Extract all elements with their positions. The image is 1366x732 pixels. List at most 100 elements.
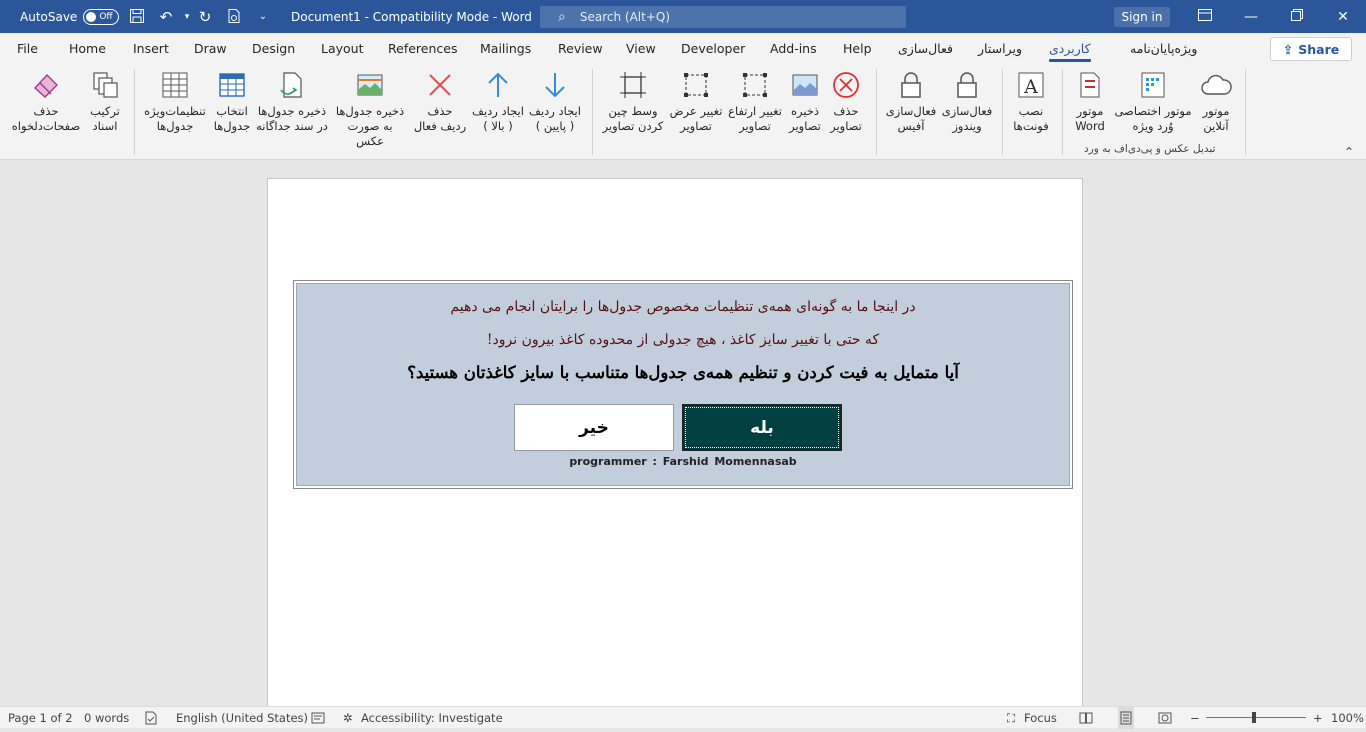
tab-applied[interactable]: کاربردی: [1049, 33, 1091, 65]
no-button[interactable]: خیر: [514, 404, 674, 451]
resize-height-icon: [739, 69, 771, 101]
resize-width-button[interactable]: تغییر عرض تصاویر: [668, 69, 724, 134]
tab-references[interactable]: References: [388, 33, 457, 65]
btn-label-2: تصاویر: [739, 119, 771, 133]
special-engine-button[interactable]: موتور اختصاصی وُرد ویژه: [1112, 69, 1194, 134]
redo-icon[interactable]: ↻: [196, 8, 214, 26]
zoom-out-icon[interactable]: −: [1190, 707, 1200, 729]
tab-view[interactable]: View: [626, 33, 656, 65]
autosave-toggle[interactable]: Off: [83, 8, 120, 25]
tab-editor[interactable]: ویراستار: [978, 33, 1022, 65]
save-images-icon: [789, 69, 821, 101]
macro-recording-icon[interactable]: [311, 707, 325, 729]
word-engine-button[interactable]: موتور Word: [1068, 69, 1112, 134]
print-layout-icon[interactable]: [1118, 707, 1134, 729]
delete-custom-pages-button[interactable]: حذف صفحات‌دلخواه: [8, 69, 84, 134]
web-layout-icon[interactable]: [1158, 707, 1172, 729]
ribbon-separator: [1062, 69, 1063, 155]
tab-home[interactable]: Home: [69, 33, 106, 65]
undo-icon[interactable]: ↶: [157, 8, 175, 26]
btn-label-2: جدول‌ها: [213, 119, 251, 133]
save-icon[interactable]: [128, 8, 146, 26]
tab-draw[interactable]: Draw: [194, 33, 227, 65]
cloud-engine-icon: [1200, 69, 1232, 101]
merge-docs-icon: [89, 69, 121, 101]
accessibility-status[interactable]: Accessibility: Investigate: [361, 707, 503, 729]
select-tables-icon: [216, 69, 248, 101]
btn-label-2: به صورت عکس: [347, 119, 393, 148]
page-count[interactable]: Page 1 of 2: [8, 707, 73, 729]
collapse-ribbon-icon[interactable]: ⌃: [1344, 145, 1354, 159]
online-engine-button[interactable]: موتور آنلاین: [1196, 69, 1236, 134]
zoom-slider[interactable]: [1206, 717, 1306, 718]
tab-help[interactable]: Help: [843, 33, 872, 65]
word-count[interactable]: 0 words: [84, 707, 129, 729]
tab-layout[interactable]: Layout: [321, 33, 364, 65]
insert-row-below-button[interactable]: ایجاد ردیف( پایین ): [526, 69, 584, 134]
resize-height-button[interactable]: تغییر ارتفاع تصاویر: [726, 69, 784, 134]
proofing-icon[interactable]: [144, 707, 158, 729]
ribbon-separator: [134, 69, 135, 155]
ribbon-separator: [876, 69, 877, 155]
btn-label-2: کردن تصاویر: [602, 119, 664, 133]
tab-insert[interactable]: Insert: [133, 33, 169, 65]
delete-row-icon: [424, 69, 456, 101]
btn-label-1: تنظیمات‌ویژه: [144, 104, 206, 118]
tab-mailings[interactable]: Mailings: [480, 33, 531, 65]
sign-in-button[interactable]: Sign in: [1114, 7, 1170, 27]
delete-images-icon: [830, 69, 862, 101]
tab-design[interactable]: Design: [252, 33, 295, 65]
tab-file[interactable]: File: [17, 33, 38, 65]
ribbon-display-icon[interactable]: [1196, 8, 1214, 26]
delete-images-button[interactable]: حذف تصاویر: [826, 69, 866, 134]
restore-icon[interactable]: [1288, 8, 1306, 26]
tab-review[interactable]: Review: [558, 33, 603, 65]
share-button[interactable]: ⇪ Share: [1270, 37, 1352, 61]
table-settings-button[interactable]: تنظیمات‌ویژه جدول‌ها: [141, 69, 209, 134]
insert-row-above-button[interactable]: ایجاد ردیف( بالا ): [470, 69, 526, 134]
merge-docs-button[interactable]: ترکیب اسناد: [85, 69, 125, 134]
tab-add-ins[interactable]: Add-ins: [770, 33, 817, 65]
toggle-knob: [86, 11, 97, 22]
read-mode-icon[interactable]: [1079, 707, 1093, 729]
btn-label-2: جدول‌ها: [156, 119, 194, 133]
btn-label-1: نصب: [1018, 104, 1044, 118]
btn-label-1: وسط چین: [608, 104, 658, 118]
customize-qat-icon[interactable]: ⌄: [254, 8, 272, 26]
btn-label-1: انتخاب: [216, 104, 248, 118]
search-box[interactable]: ⌕ Search (Alt+Q): [540, 6, 906, 28]
yes-button[interactable]: بله: [682, 404, 842, 451]
zoom-in-icon[interactable]: +: [1313, 707, 1323, 729]
save-tables-image-button[interactable]: ذخیره جدول‌ها به صورت عکس: [332, 69, 408, 149]
print-preview-icon[interactable]: [225, 8, 243, 26]
autosave-state: Off: [99, 11, 113, 22]
language[interactable]: English (United States): [176, 707, 308, 729]
activate-office-button[interactable]: فعال‌سازی آفیس: [883, 69, 939, 134]
install-fonts-icon: A: [1015, 69, 1047, 101]
dialog-line-2: که حتی با تغییر سایز کاغذ ، هیچ جدولی از…: [486, 332, 880, 348]
undo-dropdown-icon[interactable]: ▾: [178, 8, 196, 26]
close-icon[interactable]: ✕: [1334, 8, 1352, 26]
btn-label-1: موتور: [1202, 104, 1230, 118]
center-images-button[interactable]: وسط چین کردن تصاویر: [600, 69, 666, 134]
tab-activation[interactable]: فعال‌سازی: [898, 33, 953, 65]
tab-developer[interactable]: Developer: [681, 33, 745, 65]
btn-label-2: صفحات‌دلخواه: [11, 119, 81, 133]
focus-mode[interactable]: Focus: [1024, 707, 1057, 729]
zoom-level[interactable]: 100%: [1331, 707, 1364, 729]
autosave[interactable]: AutoSave Off: [20, 0, 120, 33]
btn-label-1: حذف: [427, 104, 453, 118]
autosave-label: AutoSave: [20, 9, 78, 24]
lock-office-icon: [895, 69, 927, 101]
delete-row-button[interactable]: حذف ردیف فعال: [410, 69, 470, 134]
save-images-button[interactable]: ذخیره تصاویر: [786, 69, 824, 134]
activate-windows-button[interactable]: فعال‌سازی ویندوز: [940, 69, 994, 134]
tab-thesis[interactable]: ویژه‌پایان‌نامه: [1130, 33, 1197, 65]
minimize-icon[interactable]: —: [1242, 8, 1260, 26]
install-fonts-button[interactable]: A نصب فونت‌ها: [1008, 69, 1054, 134]
save-tables-doc-button[interactable]: ذخیره جدول‌ها در سند جداگانه: [255, 69, 329, 134]
ribbon-separator: [1245, 69, 1246, 155]
btn-label-1: ذخیره جدول‌ها: [257, 104, 327, 118]
zoom-slider-thumb[interactable]: [1252, 712, 1256, 723]
select-tables-button[interactable]: انتخاب جدول‌ها: [211, 69, 253, 134]
